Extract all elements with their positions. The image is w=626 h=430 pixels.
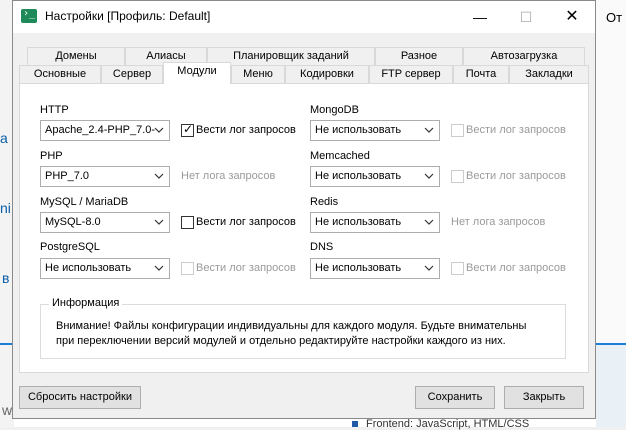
tab-bookmarks[interactable]: Закладки (509, 65, 589, 83)
memcached-log-label: Вести лог запросов (466, 170, 566, 182)
chevron-down-icon (154, 127, 164, 133)
minimize-button[interactable]: — (457, 1, 503, 33)
mysql-log-label: Вести лог запросов (196, 216, 296, 228)
dns-select-value: Не использовать (315, 262, 402, 274)
mysql-select-value: MySQL-8.0 (45, 216, 101, 228)
background-text-fragment: ni (0, 200, 11, 216)
http-log-checkbox[interactable] (181, 122, 194, 137)
tab-encodings[interactable]: Кодировки (285, 65, 369, 83)
title-bar[interactable]: Настройки [Профиль: Default] — ☐ ✕ (13, 1, 595, 33)
memcached-label: Memcached (310, 150, 370, 162)
postgresql-select-value: Не использовать (45, 262, 132, 274)
settings-dialog: Настройки [Профиль: Default] — ☐ ✕ Домен… (12, 0, 596, 419)
mongodb-select-value: Не использовать (315, 124, 402, 136)
terminal-icon (21, 8, 37, 23)
background-bottom-text: Frontend: JavaScript, HTML/CSS (366, 418, 530, 430)
chevron-down-icon (424, 127, 434, 133)
close-window-button[interactable]: ✕ (549, 1, 595, 33)
chevron-down-icon (154, 265, 164, 271)
reset-settings-button[interactable]: Сбросить настройки (19, 386, 141, 409)
background-bullet-icon (352, 421, 358, 427)
php-select-value: PHP_7.0 (45, 170, 90, 182)
tab-modules[interactable]: Модули (163, 62, 231, 84)
memcached-select[interactable]: Не использовать (310, 166, 440, 187)
tab-domains[interactable]: Домены (27, 47, 125, 65)
mysql-log-checkbox[interactable] (181, 216, 194, 229)
mongodb-label: MongoDB (310, 104, 359, 116)
tab-general[interactable]: Основные (19, 65, 101, 83)
tab-misc[interactable]: Разное (375, 47, 463, 65)
chevron-down-icon (154, 219, 164, 225)
tab-scheduler[interactable]: Планировщик заданий (207, 47, 375, 65)
mongodb-select[interactable]: Не использовать (310, 120, 440, 141)
postgresql-select[interactable]: Не использовать (40, 258, 170, 279)
save-button[interactable]: Сохранить (415, 386, 495, 409)
info-line-1: Внимание! Файлы конфигурации индивидуаль… (56, 320, 527, 332)
redis-select-value: Не использовать (315, 216, 402, 228)
info-text: Внимание! Файлы конфигурации индивидуаль… (56, 319, 556, 349)
window-title: Настройки [Профиль: Default] (45, 9, 211, 23)
http-label: HTTP (40, 104, 69, 116)
tab-menu[interactable]: Меню (231, 65, 285, 83)
memcached-select-value: Не использовать (315, 170, 402, 182)
http-select-value: Apache_2.4-PHP_7.0- (45, 124, 156, 136)
mysql-select[interactable]: MySQL-8.0 (40, 212, 170, 233)
http-select[interactable]: Apache_2.4-PHP_7.0- (40, 120, 170, 141)
tab-mail[interactable]: Почта (453, 65, 509, 83)
dns-log-checkbox[interactable] (451, 262, 464, 275)
postgresql-log-label: Вести лог запросов (196, 262, 296, 274)
chevron-down-icon (424, 173, 434, 179)
info-groupbox: Информация Внимание! Файлы конфигурации … (40, 297, 566, 359)
background-text-fragment: в (2, 270, 10, 286)
dns-log-label: Вести лог запросов (466, 262, 566, 274)
background-right-lower (596, 345, 626, 427)
redis-select[interactable]: Не использовать (310, 212, 440, 233)
background-text-fragment: а (0, 130, 8, 146)
http-log-label: Вести лог запросов (196, 124, 296, 136)
redis-label: Redis (310, 196, 339, 208)
php-label: PHP (40, 150, 63, 162)
background-text-fragment: От (606, 10, 623, 25)
mongodb-log-label: Вести лог запросов (466, 124, 566, 136)
mongodb-log-checkbox[interactable] (451, 124, 464, 137)
dns-label: DNS (310, 241, 334, 253)
maximize-button[interactable]: ☐ (503, 1, 549, 33)
chevron-down-icon (154, 173, 164, 179)
dns-select[interactable]: Не использовать (310, 258, 440, 279)
memcached-log-checkbox[interactable] (451, 170, 464, 183)
info-title: Информация (49, 297, 123, 309)
tab-ftp-server[interactable]: FTP сервер (369, 65, 453, 83)
postgresql-label: PostgreSQL (40, 241, 100, 253)
background-text-fragment: w (2, 402, 13, 418)
php-select[interactable]: PHP_7.0 (40, 166, 170, 187)
redis-no-log-text: Нет лога запросов (451, 216, 546, 228)
info-line-2: при переключении версий модулей и отдель… (56, 335, 506, 347)
close-button[interactable]: Закрыть (504, 386, 584, 409)
tab-server[interactable]: Сервер (101, 65, 163, 83)
php-no-log-text: Нет лога запросов (181, 170, 276, 182)
modules-panel: HTTP Apache_2.4-PHP_7.0- Вести лог запро… (19, 83, 589, 373)
tab-autostart[interactable]: Автозагрузка (463, 47, 585, 65)
mysql-label: MySQL / MariaDB (40, 196, 129, 208)
chevron-down-icon (424, 265, 434, 271)
postgresql-log-checkbox[interactable] (181, 262, 194, 275)
chevron-down-icon (424, 219, 434, 225)
